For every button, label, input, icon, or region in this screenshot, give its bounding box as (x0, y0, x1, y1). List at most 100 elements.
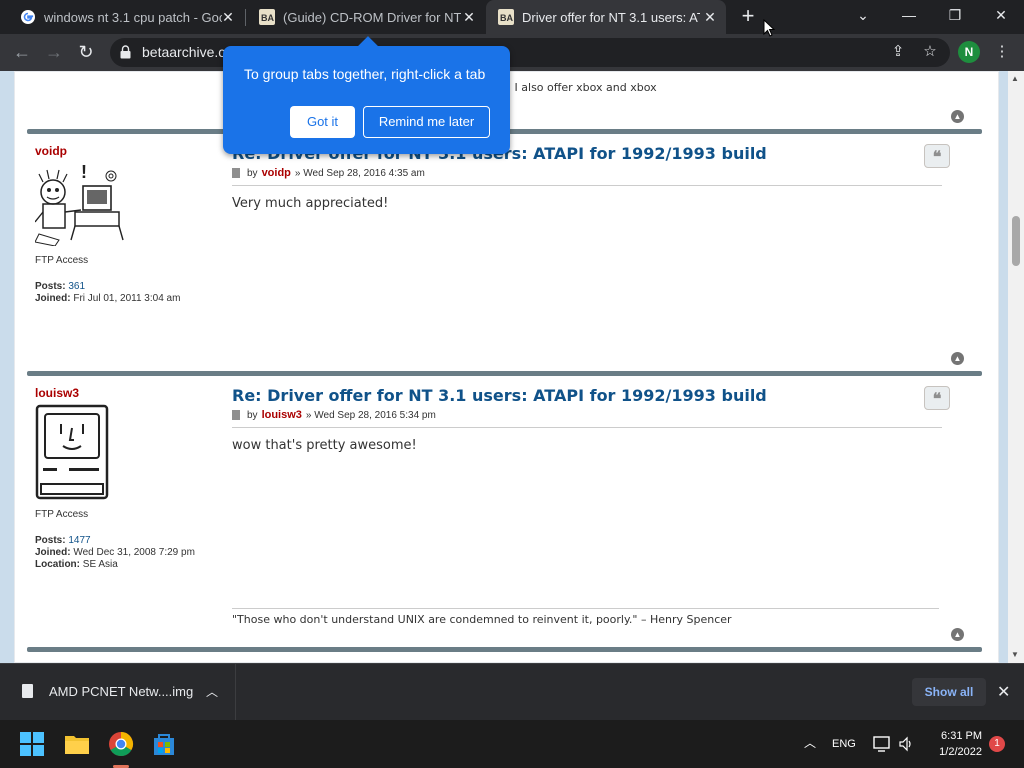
microsoft-store-icon[interactable] (148, 728, 180, 760)
scroll-up-arrow-icon[interactable]: ▲ (1011, 74, 1019, 83)
google-icon (21, 10, 35, 24)
start-windows-icon[interactable] (16, 728, 48, 760)
quote-button[interactable]: ❝ (924, 386, 950, 410)
tab-title: (Guide) CD-ROM Driver for NT 3. (283, 9, 461, 25)
download-filename: AMD PCNET Netw....img (49, 684, 194, 699)
close-shelf-icon[interactable]: ✕ (997, 682, 1010, 702)
profile-avatar[interactable]: N (958, 41, 980, 63)
post-title-link[interactable]: Re: Driver offer for NT 3.1 users: ATAPI… (232, 386, 942, 405)
clock-time: 6:31 PM (941, 730, 982, 742)
menu-kebab-icon[interactable]: ⋮ (990, 40, 1014, 64)
show-all-button[interactable]: Show all (912, 678, 986, 706)
user-stats: Posts: 361 Joined: Fri Jul 01, 2011 3:04… (35, 281, 225, 305)
post-content: wow that's pretty awesome! (232, 438, 417, 453)
post-divider (232, 185, 942, 186)
share-icon[interactable]: ⇪ (886, 40, 910, 64)
tab-close-icon[interactable]: ✕ (220, 9, 236, 25)
volume-icon[interactable] (898, 736, 914, 752)
tab-title: windows nt 3.1 cpu patch - Goog (44, 9, 222, 25)
scroll-down-arrow-icon[interactable]: ▼ (1011, 650, 1019, 659)
remind-later-button[interactable]: Remind me later (363, 106, 490, 138)
clock-date: 1/2/2022 (939, 746, 982, 758)
post-author-line: by louisw3 » Wed Sep 28, 2016 5:34 pm (232, 409, 942, 421)
new-tab-button[interactable]: + (737, 5, 759, 27)
file-explorer-icon[interactable] (61, 728, 93, 760)
author-link[interactable]: voidp (262, 167, 291, 179)
post-profile: louisw3 FTP Access Posts: 1477 Joined: W… (35, 386, 225, 571)
tray-overflow-chevron-icon[interactable]: ︿ (804, 734, 816, 751)
windows-taskbar: ︿ ENG 6:31 PM 1/2/2022 (0, 720, 1024, 768)
download-item[interactable]: AMD PCNET Netw....img ︿ (0, 664, 236, 720)
post-link-icon[interactable] (232, 410, 240, 420)
author-link[interactable]: louisw3 (262, 409, 302, 421)
reload-button[interactable]: ↻ (74, 40, 98, 64)
user-stats: Posts: 1477 Joined: Wed Dec 31, 2008 7:2… (35, 535, 225, 571)
post-link-icon[interactable] (232, 168, 240, 178)
forum-post: louisw3 FTP Access Posts: 1477 Joined: W… (27, 386, 982, 626)
url-text: betaarchive.c (142, 44, 226, 60)
scrollbar-thumb[interactable] (1012, 216, 1020, 266)
tab-close-icon[interactable]: ✕ (461, 9, 477, 25)
posts-count-link[interactable]: 1477 (68, 535, 90, 546)
mouse-cursor-icon (763, 19, 775, 37)
post-body: Re: Driver offer for NT 3.1 users: ATAPI… (232, 386, 942, 453)
by-label: by (247, 167, 258, 179)
avatar (35, 404, 109, 500)
by-label: by (247, 409, 258, 421)
page-scrollbar[interactable]: ▲ ▼ (1008, 71, 1024, 663)
quote-button[interactable]: ❝ (924, 144, 950, 168)
forward-button[interactable]: → (42, 40, 66, 64)
tab-search-chevron-icon[interactable]: ⌄ (840, 0, 886, 30)
got-it-button[interactable]: Got it (290, 106, 355, 138)
back-to-top-icon[interactable]: ▲ (951, 352, 964, 365)
notification-badge[interactable]: 1 (989, 736, 1005, 752)
post-date: Wed Sep 28, 2016 4:35 am (303, 167, 425, 179)
back-to-top-icon[interactable]: ▲ (951, 628, 964, 641)
post-divider (232, 427, 942, 428)
tab-title: Driver offer for NT 3.1 users: ATA (522, 9, 700, 25)
restore-button[interactable]: ❐ (932, 0, 978, 30)
system-clock[interactable]: 6:31 PM 1/2/2022 (922, 728, 982, 760)
tab-driver-offer[interactable]: BA Driver offer for NT 3.1 users: ATA ✕ (486, 0, 726, 34)
back-to-top-icon[interactable]: ▲ (951, 110, 964, 123)
post-signature: "Those who don't understand UNIX are con… (232, 608, 939, 626)
lock-icon (120, 45, 131, 59)
post-username[interactable]: louisw3 (35, 386, 225, 400)
avatar: ! (34, 162, 127, 247)
file-icon (22, 684, 33, 698)
tab-group-tip-bubble: To group tabs together, right-click a ta… (223, 36, 510, 154)
user-rank: FTP Access (35, 509, 89, 520)
post-separator (27, 647, 982, 652)
location-label: Location: (35, 559, 80, 570)
download-shelf: AMD PCNET Netw....img ︿ Show all ✕ (0, 663, 1024, 720)
back-button[interactable]: ← (10, 40, 34, 64)
posts-label: Posts: (35, 281, 66, 292)
tab-google-search[interactable]: windows nt 3.1 cpu patch - Goog ✕ (8, 0, 244, 34)
chevron-up-icon[interactable]: ︿ (206, 683, 218, 700)
bookmark-star-icon[interactable]: ☆ (918, 40, 942, 64)
post-username[interactable]: voidp (35, 144, 225, 158)
user-rank: FTP Access (35, 255, 89, 266)
joined-label: Joined: (35, 547, 71, 558)
joined-label: Joined: (35, 293, 71, 304)
joined-date: Wed Dec 31, 2008 7:29 pm (73, 547, 195, 558)
post-profile: voidp ! FTP Access Posts: 361 Joined: Fr… (34, 144, 225, 305)
tab-cdrom-guide[interactable]: BA (Guide) CD-ROM Driver for NT 3. ✕ (247, 0, 485, 34)
post-separator (27, 371, 982, 376)
close-window-button[interactable]: ✕ (978, 0, 1024, 30)
tab-strip: windows nt 3.1 cpu patch - Goog ✕ BA (Gu… (0, 0, 1024, 34)
chrome-icon[interactable] (105, 728, 137, 760)
separator-glyph: » (294, 167, 301, 179)
post-date: Wed Sep 28, 2016 5:34 pm (314, 409, 436, 421)
post-content: Very much appreciated! (232, 196, 389, 211)
language-indicator[interactable]: ENG (832, 738, 856, 750)
forum-post: voidp ! FTP Access Posts: 361 Joined: Fr… (27, 144, 982, 364)
minimize-button[interactable]: — (886, 0, 932, 30)
tip-message: To group tabs together, right-click a ta… (244, 66, 486, 82)
tab-divider (245, 9, 246, 26)
betaarchive-icon: BA (498, 9, 514, 25)
tab-close-icon[interactable]: ✕ (702, 9, 718, 25)
posts-count-link[interactable]: 361 (68, 281, 85, 292)
network-icon[interactable] (873, 736, 891, 752)
post-author-line: by voidp » Wed Sep 28, 2016 4:35 am (232, 167, 942, 179)
